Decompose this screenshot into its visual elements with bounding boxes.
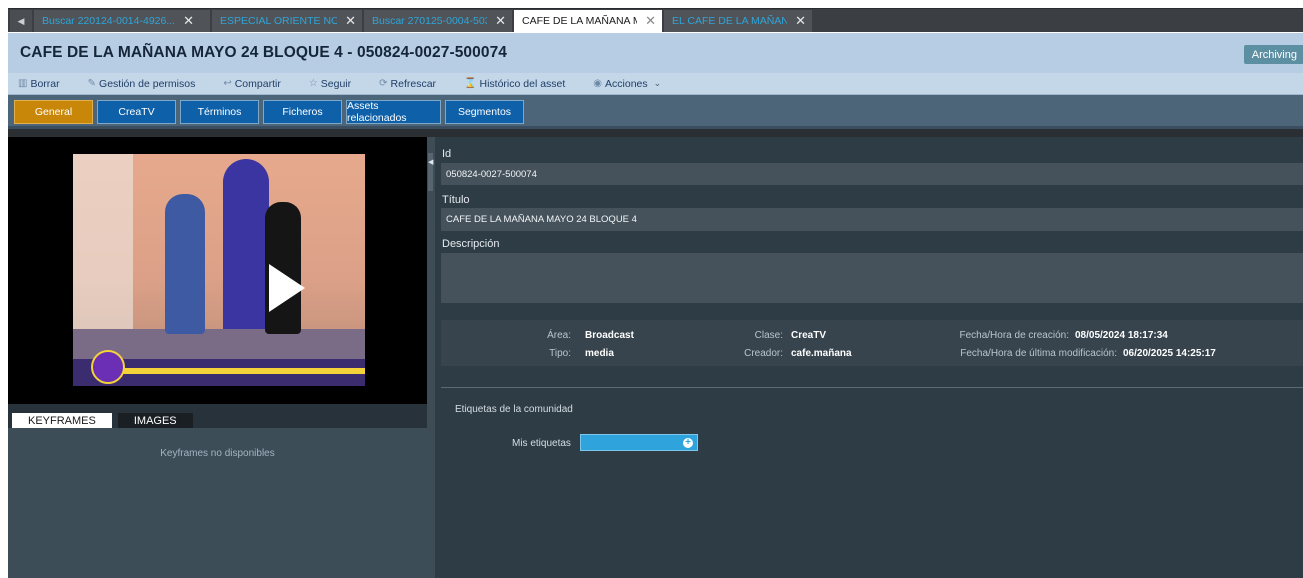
- actions-menu-button[interactable]: ◉ Acciones ⌄: [593, 78, 661, 90]
- clase-value: CreaTV: [791, 330, 827, 341]
- keyframes-empty-message: Keyframes no disponibles: [160, 448, 275, 459]
- general-form: Id 050824-0027-500074 Título CAFE DE LA …: [435, 137, 1303, 578]
- permissions-label: Gestión de permisos: [99, 77, 196, 90]
- permissions-button[interactable]: ✎ Gestión de permisos: [88, 78, 196, 90]
- metadata-panel: Área: Broadcast Tipo: media Clase: CreaT…: [441, 320, 1303, 366]
- play-icon[interactable]: [269, 264, 305, 312]
- area-value: Broadcast: [585, 330, 634, 341]
- tab-label: CAFE DE LA MAÑANA MA...: [522, 15, 637, 27]
- tab-general[interactable]: General: [14, 100, 93, 124]
- modificacion-key: Fecha/Hora de última modificación:: [960, 348, 1117, 359]
- section-tabs: General CreaTV Términos Ficheros Assets …: [8, 95, 1303, 129]
- actions-label: Acciones: [605, 77, 648, 90]
- follow-button[interactable]: ☆ Seguir: [309, 78, 351, 90]
- clase-key: Clase:: [754, 330, 783, 341]
- collapse-arrow-icon[interactable]: ◀: [428, 158, 433, 166]
- video-thumbnail: [73, 154, 365, 386]
- media-tabs: KEYFRAMES IMAGES: [8, 404, 427, 428]
- add-tag-icon[interactable]: +: [683, 437, 693, 448]
- star-icon: ☆: [308, 78, 318, 89]
- video-player[interactable]: [8, 137, 427, 404]
- thumbnail-shape: [113, 368, 365, 374]
- tab-el-cafe-de-la-manana[interactable]: EL CAFE DE LA MAÑANA ... ✕: [664, 10, 812, 32]
- refresh-label: Refrescar: [390, 77, 437, 90]
- delete-label: Borrar: [30, 77, 60, 90]
- tipo-key: Tipo:: [549, 348, 571, 359]
- share-icon: ↩: [223, 78, 232, 89]
- section-divider: [441, 387, 1303, 388]
- title-label: Título: [442, 194, 470, 206]
- my-tags-input[interactable]: +: [580, 434, 698, 451]
- close-icon[interactable]: ✕: [795, 13, 806, 29]
- tab-terminos[interactable]: Términos: [180, 100, 259, 124]
- content-top-strip: [8, 129, 1303, 137]
- tab-segmentos[interactable]: Segmentos: [445, 100, 524, 124]
- tab-creatv[interactable]: CreaTV: [97, 100, 176, 124]
- tab-especial-oriente[interactable]: ESPECIAL ORIENTE NOTI... ✕: [212, 10, 362, 32]
- history-icon: ⌛: [464, 78, 477, 89]
- tab-label: Buscar 220124-0014-4926...: [42, 15, 176, 27]
- tab-scroll-left-button[interactable]: ◀: [10, 10, 32, 32]
- close-icon[interactable]: ✕: [645, 13, 656, 29]
- creacion-value: 08/05/2024 18:17:34: [1075, 330, 1168, 341]
- description-field[interactable]: [441, 253, 1303, 303]
- toolbar: ▥ Borrar ✎ Gestión de permisos ↩ Compartir …: [8, 73, 1303, 95]
- tipo-value: media: [585, 348, 614, 359]
- tab-assets-relacionados[interactable]: Assets relacionados: [346, 100, 441, 124]
- refresh-icon: ⟳: [379, 78, 388, 89]
- close-icon[interactable]: ✕: [495, 13, 506, 29]
- tab-cafe-de-la-manana-mayo[interactable]: CAFE DE LA MAÑANA MA... ✕: [514, 10, 662, 32]
- thumbnail-shape: [223, 159, 269, 339]
- history-label: Histórico del asset: [479, 77, 566, 90]
- tab-label: ESPECIAL ORIENTE NOTI...: [220, 15, 338, 27]
- tab-label: EL CAFE DE LA MAÑANA ...: [672, 15, 788, 27]
- page-title: CAFE DE LA MAÑANA MAYO 24 BLOQUE 4 - 050…: [20, 44, 508, 61]
- community-tags-label: Etiquetas de la comunidad: [455, 404, 573, 415]
- tab-keyframes[interactable]: KEYFRAMES: [12, 413, 112, 428]
- modificacion-value: 06/20/2025 14:25:17: [1123, 348, 1216, 359]
- chevron-down-icon: ⌄: [653, 78, 662, 88]
- thumbnail-shape: [165, 194, 205, 334]
- thumbnail-shape: [91, 350, 125, 384]
- tab-label: Buscar 270125-0004-5037...: [372, 15, 487, 27]
- trash-icon: ▥: [18, 78, 28, 89]
- close-icon[interactable]: ✕: [345, 13, 356, 29]
- id-label: Id: [442, 148, 452, 160]
- pen-icon: ✎: [87, 78, 97, 89]
- tab-ficheros[interactable]: Ficheros: [263, 100, 342, 124]
- creador-key: Creador:: [744, 348, 783, 359]
- actions-icon: ◉: [593, 78, 603, 89]
- share-label: Compartir: [234, 77, 281, 90]
- follow-label: Seguir: [320, 77, 352, 90]
- description-label: Descripción: [442, 238, 500, 250]
- asset-detail-content: KEYFRAMES IMAGES Keyframes no disponible…: [8, 129, 1303, 578]
- keyframes-panel: Keyframes no disponibles: [8, 428, 427, 578]
- creacion-key: Fecha/Hora de creación:: [959, 330, 1069, 341]
- history-button[interactable]: ⌛ Histórico del asset: [464, 78, 565, 90]
- area-key: Área:: [547, 330, 571, 341]
- thumbnail-shape: [73, 154, 133, 334]
- share-button[interactable]: ↩ Compartir: [223, 78, 280, 90]
- archiving-button[interactable]: Archiving: [1243, 45, 1303, 64]
- my-tags-label: Mis etiquetas: [512, 438, 571, 449]
- refresh-button[interactable]: ⟳ Refrescar: [379, 78, 436, 90]
- tab-buscar-220124[interactable]: Buscar 220124-0014-4926... ✕: [34, 10, 210, 32]
- pane-splitter[interactable]: [427, 137, 435, 578]
- tab-images[interactable]: IMAGES: [117, 413, 193, 428]
- media-pane: KEYFRAMES IMAGES Keyframes no disponible…: [8, 137, 427, 578]
- title-field[interactable]: CAFE DE LA MAÑANA MAYO 24 BLOQUE 4: [441, 208, 1303, 231]
- asset-header: CAFE DE LA MAÑANA MAYO 24 BLOQUE 4 - 050…: [8, 33, 1303, 73]
- delete-button[interactable]: ▥ Borrar: [18, 78, 60, 90]
- creador-value: cafe.mañana: [791, 348, 852, 359]
- chevron-left-icon: ◀: [17, 15, 25, 26]
- tab-strip: ◀ Buscar 220124-0014-4926... ✕ ESPECIAL …: [8, 8, 1303, 32]
- close-icon[interactable]: ✕: [183, 13, 194, 29]
- tab-buscar-270125[interactable]: Buscar 270125-0004-5037... ✕: [364, 10, 512, 32]
- id-field[interactable]: 050824-0027-500074: [441, 163, 1303, 185]
